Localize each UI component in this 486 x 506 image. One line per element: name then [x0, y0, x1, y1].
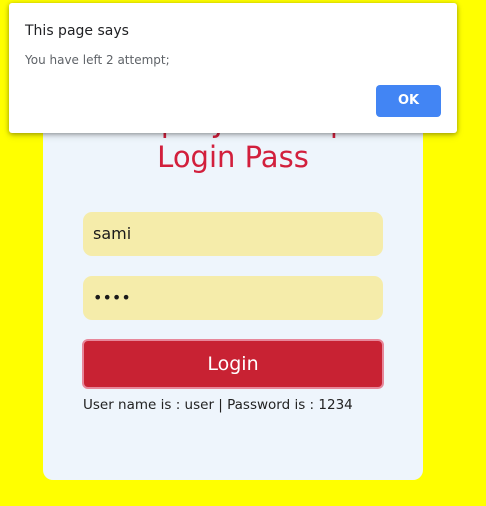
alert-dialog: This page says You have left 2 attempt; …: [9, 3, 457, 133]
password-input[interactable]: ••••: [83, 276, 383, 320]
credentials-hint: User name is : user | Password is : 1234: [83, 397, 353, 413]
ok-button[interactable]: OK: [376, 85, 441, 117]
dialog-title: This page says: [25, 23, 129, 39]
login-button[interactable]: Login: [82, 339, 384, 389]
card-title-line-2: Login Pass: [157, 140, 309, 174]
login-card: Simple JavaScript Login Pass sami •••• L…: [43, 95, 423, 480]
dialog-message: You have left 2 attempt;: [25, 53, 170, 67]
username-input[interactable]: sami: [83, 212, 383, 256]
